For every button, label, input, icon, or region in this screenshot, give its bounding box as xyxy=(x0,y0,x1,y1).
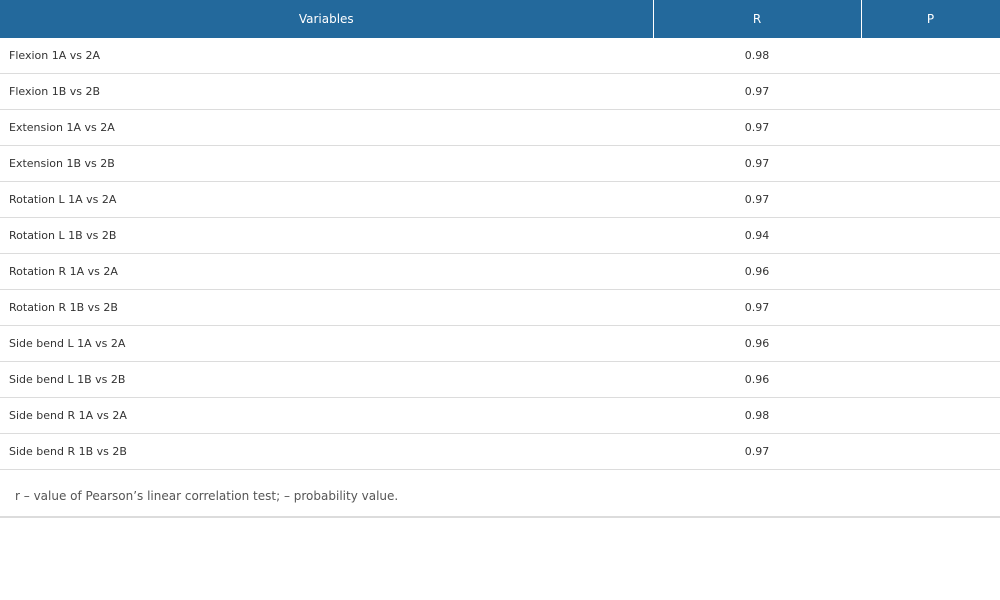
table-row: Rotation R 1B vs 2B 0.97 xyxy=(0,289,1000,326)
table-row: Side bend R 1A vs 2A 0.98 xyxy=(0,397,1000,434)
cell-r: 0.98 xyxy=(653,397,861,434)
cell-r: 0.96 xyxy=(653,361,861,398)
cell-r: 0.94 xyxy=(653,217,861,254)
cell-variable: Flexion 1B vs 2B xyxy=(0,73,653,110)
cell-r: 0.97 xyxy=(653,109,861,146)
cell-p xyxy=(861,109,1000,146)
table-row: Extension 1A vs 2A 0.97 xyxy=(0,109,1000,146)
cell-r: 0.97 xyxy=(653,73,861,110)
table-row: Flexion 1B vs 2B 0.97 xyxy=(0,73,1000,110)
cell-p xyxy=(861,361,1000,398)
cell-variable: Flexion 1A vs 2A xyxy=(0,38,653,74)
table-row: Rotation R 1A vs 2A 0.96 xyxy=(0,253,1000,290)
header-variables: Variables xyxy=(0,0,654,38)
cell-r: 0.96 xyxy=(653,325,861,362)
header-r: R xyxy=(653,0,862,38)
cell-p xyxy=(861,253,1000,290)
correlation-table-container: Variables R P Flexion 1A vs 2A 0.98 Flex… xyxy=(0,0,1000,518)
table-row: Flexion 1A vs 2A 0.98 xyxy=(0,38,1000,74)
cell-p xyxy=(861,325,1000,362)
cell-variable: Side bend R 1B vs 2B xyxy=(0,433,653,470)
table-row: Side bend L 1B vs 2B 0.96 xyxy=(0,361,1000,398)
table-row: Extension 1B vs 2B 0.97 xyxy=(0,145,1000,182)
table-row: Rotation L 1A vs 2A 0.97 xyxy=(0,181,1000,218)
table-row: Rotation L 1B vs 2B 0.94 xyxy=(0,217,1000,254)
cell-p xyxy=(861,289,1000,326)
cell-r: 0.97 xyxy=(653,181,861,218)
cell-variable: Side bend L 1B vs 2B xyxy=(0,361,653,398)
cell-variable: Rotation L 1B vs 2B xyxy=(0,217,653,254)
cell-r: 0.97 xyxy=(653,145,861,182)
cell-variable: Rotation L 1A vs 2A xyxy=(0,181,653,218)
cell-r: 0.97 xyxy=(653,289,861,326)
table-body: Flexion 1A vs 2A 0.98 Flexion 1B vs 2B 0… xyxy=(0,38,1000,470)
correlation-table: Variables R P Flexion 1A vs 2A 0.98 Flex… xyxy=(0,0,1000,470)
table-row: Side bend L 1A vs 2A 0.96 xyxy=(0,325,1000,362)
cell-variable: Side bend L 1A vs 2A xyxy=(0,325,653,362)
cell-variable: Extension 1A vs 2A xyxy=(0,109,653,146)
cell-r: 0.97 xyxy=(653,433,861,470)
cell-variable: Rotation R 1B vs 2B xyxy=(0,289,653,326)
cell-p xyxy=(861,73,1000,110)
table-header: Variables R P xyxy=(0,0,1000,38)
cell-p xyxy=(861,433,1000,470)
cell-variable: Extension 1B vs 2B xyxy=(0,145,653,182)
header-row: Variables R P xyxy=(0,0,1000,38)
cell-p xyxy=(861,397,1000,434)
cell-variable: Side bend R 1A vs 2A xyxy=(0,397,653,434)
table-footnote: r – value of Pearson’s linear correlatio… xyxy=(0,470,1000,518)
cell-p xyxy=(861,181,1000,218)
cell-p xyxy=(861,38,1000,74)
table-row: Side bend R 1B vs 2B 0.97 xyxy=(0,433,1000,470)
cell-p xyxy=(861,217,1000,254)
cell-r: 0.98 xyxy=(653,38,861,74)
cell-r: 0.96 xyxy=(653,253,861,290)
cell-variable: Rotation R 1A vs 2A xyxy=(0,253,653,290)
header-p: P xyxy=(861,0,1000,38)
cell-p xyxy=(861,145,1000,182)
